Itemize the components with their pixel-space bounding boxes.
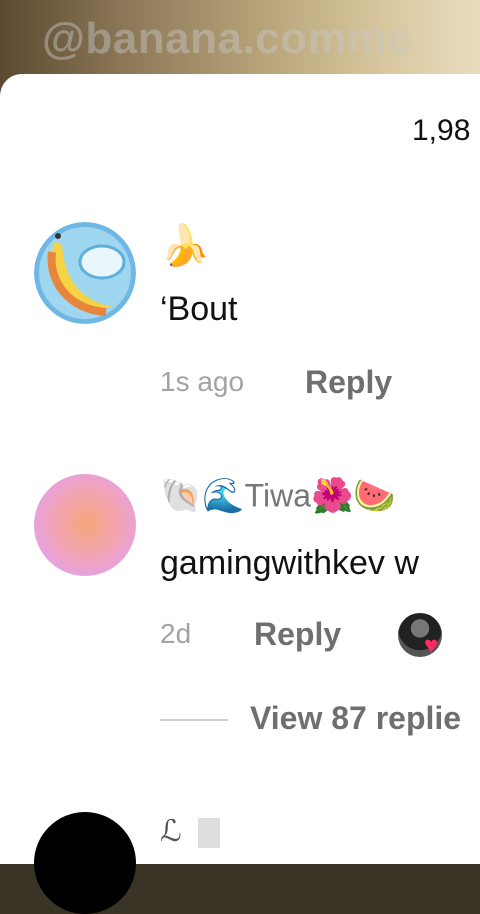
comments-count: 1,98: [412, 114, 471, 147]
username-emoji-icon: [197, 818, 220, 849]
reply-button[interactable]: Reply: [305, 364, 392, 401]
view-replies-button[interactable]: View 87 replie: [250, 700, 480, 737]
heart-icon: ♥: [424, 632, 439, 659]
comment-username[interactable]: 🐚🌊Tiwa🌺🍉: [160, 476, 480, 516]
comments-sheet: [0, 74, 480, 864]
reply-button[interactable]: Reply: [254, 616, 341, 653]
banana-avatar-icon: [34, 222, 136, 324]
username-text: Tiwa: [244, 477, 312, 514]
username-text: ℒ: [160, 815, 182, 848]
comment-username[interactable]: ℒ: [160, 814, 220, 849]
comment-time: 1s ago: [160, 366, 245, 397]
comment-emoji: 🍌: [160, 224, 210, 268]
comment-text: ‘Bout: [160, 290, 238, 328]
username-suffix-emoji: 🌺🍉: [311, 477, 396, 515]
avatar[interactable]: [34, 474, 136, 576]
comment-time: 2d: [160, 618, 192, 649]
replies-divider: [160, 719, 228, 721]
watermark-text: @banana.comme: [42, 14, 412, 63]
avatar[interactable]: [34, 812, 136, 914]
username-prefix-emoji: 🐚🌊: [160, 477, 245, 515]
comment-text: gamingwithkev w: [160, 544, 419, 582]
avatar[interactable]: [34, 222, 136, 324]
